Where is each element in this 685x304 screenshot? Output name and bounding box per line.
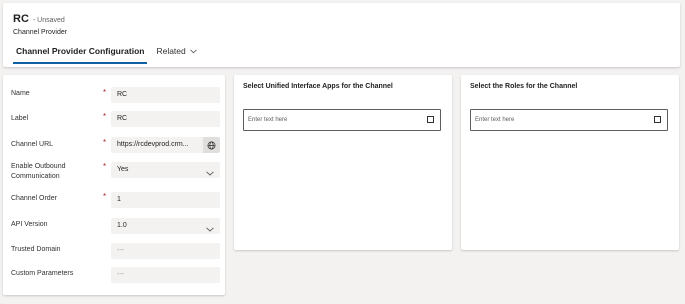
chevron-down-icon <box>206 167 214 178</box>
required-indicator: * <box>103 162 107 171</box>
required-indicator: * <box>103 88 107 97</box>
label-input[interactable]: RC <box>111 111 220 127</box>
record-title: RC <box>13 13 29 25</box>
field-label: Channel Order <box>11 195 57 202</box>
required-indicator: * <box>103 112 107 121</box>
roles-lookup-input[interactable]: Enter text here <box>470 109 668 131</box>
chevron-down-icon <box>189 48 197 54</box>
apps-lookup-placeholder: Enter text here <box>248 117 288 123</box>
field-label: Trusted Domain <box>11 246 61 253</box>
field-label: Enable Outbound Communication <box>11 163 66 180</box>
apps-lookup-input[interactable]: Enter text here <box>243 109 441 131</box>
unsaved-status: - Unsaved <box>32 17 65 24</box>
chevron-down-icon <box>206 223 214 234</box>
field-label: Custom Parameters <box>11 270 74 277</box>
channel-url-input[interactable]: https://rcdevprod.crm... <box>111 137 220 153</box>
required-indicator: * <box>103 192 107 201</box>
lookup-square-icon[interactable] <box>427 116 434 123</box>
tab-related-label: Related <box>156 46 186 56</box>
tab-related[interactable]: Related <box>156 46 197 64</box>
entity-name: Channel Provider <box>13 29 68 36</box>
enable-outbound-value: Yes <box>117 166 129 173</box>
enable-outbound-select[interactable]: Yes <box>111 162 220 178</box>
field-label: Channel URL <box>11 141 54 148</box>
apps-panel-title: Select Unified Interface Apps for the Ch… <box>243 83 393 90</box>
field-label: Label <box>11 115 29 122</box>
required-indicator: * <box>103 138 107 147</box>
field-label: Name <box>11 90 30 97</box>
form-header: RC - Unsaved Channel Provider Channel Pr… <box>3 3 680 67</box>
api-version-value: 1.0 <box>117 222 127 229</box>
channel-order-input[interactable]: 1 <box>111 192 220 208</box>
field-label: API Version <box>11 221 48 228</box>
title-row: RC - Unsaved <box>13 13 65 25</box>
tab-bar: Channel Provider Configuration Related <box>13 46 197 64</box>
general-form-section: Name * RC Label * RC Channel URL * https… <box>3 75 225 295</box>
custom-parameters-input[interactable]: --- <box>111 267 220 283</box>
api-version-select[interactable]: 1.0 <box>111 218 220 234</box>
tab-channel-provider-configuration[interactable]: Channel Provider Configuration <box>13 46 148 64</box>
lookup-square-icon[interactable] <box>654 116 661 123</box>
roles-panel-title: Select the Roles for the Channel <box>470 83 578 90</box>
apps-panel: Select Unified Interface Apps for the Ch… <box>234 75 452 250</box>
channel-url-value: https://rcdevprod.crm... <box>117 141 189 148</box>
roles-panel: Select the Roles for the Channel Enter t… <box>461 75 679 250</box>
roles-lookup-placeholder: Enter text here <box>475 117 515 123</box>
trusted-domain-input[interactable]: --- <box>111 243 220 259</box>
name-input[interactable]: RC <box>111 87 220 103</box>
globe-icon[interactable] <box>203 137 220 153</box>
